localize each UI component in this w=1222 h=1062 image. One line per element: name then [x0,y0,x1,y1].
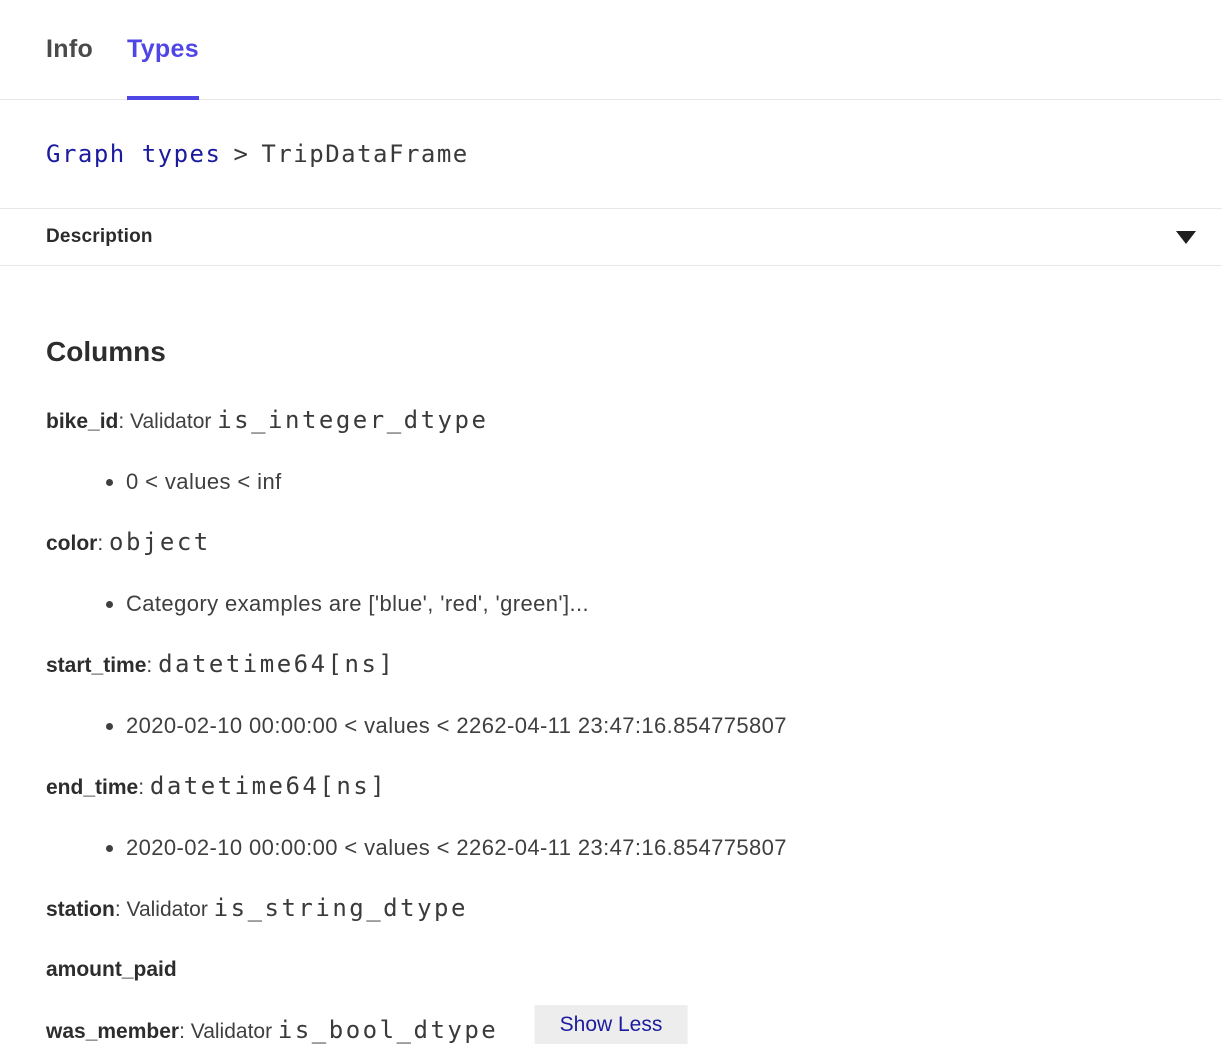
column-name: start_time [46,654,146,677]
description-section-header[interactable]: Description [0,209,1222,266]
column-mid-text: : Validator [179,1020,278,1043]
column-name: bike_id [46,410,118,433]
breadcrumb: Graph types > TripDataFrame [0,100,1222,209]
column-mid-text: : Validator [118,410,217,433]
show-less-button[interactable]: Show Less [535,1005,688,1044]
columns-section: Columns bike_id: Validator is_integer_dt… [0,266,1222,1045]
tab-bar: Info Types [0,0,1222,100]
column-entry: station: Validator is_string_dtype [46,895,1176,923]
column-bullet-list: 0 < values < inf [46,469,1176,495]
column-mid-text: : [97,532,109,555]
tab-info[interactable]: Info [46,0,93,99]
breadcrumb-link-graph-types[interactable]: Graph types [46,140,221,168]
description-label: Description [46,226,153,248]
column-entry: amount_paid [46,957,1176,983]
column-dtype-code: datetime64[ns] [158,650,395,678]
columns-heading: Columns [46,335,1176,369]
column-bullet-list: 2020-02-10 00:00:00 < values < 2262-04-1… [46,835,1176,861]
column-bullet-item: 2020-02-10 00:00:00 < values < 2262-04-1… [126,835,1176,861]
breadcrumb-separator: > [233,140,249,168]
column-entry: end_time: datetime64[ns] [46,773,1176,801]
column-entry: color: object [46,529,1176,557]
column-name: end_time [46,776,138,799]
column-mid-text: : [146,654,158,677]
column-name: station [46,898,115,921]
column-dtype-code: is_string_dtype [214,894,468,922]
column-entry: bike_id: Validator is_integer_dtype [46,407,1176,435]
column-bullet-list: Category examples are ['blue', 'red', 'g… [46,591,1176,617]
column-entry: start_time: datetime64[ns] [46,651,1176,679]
column-dtype-code: is_bool_dtype [278,1016,498,1044]
column-bullet-list: 2020-02-10 00:00:00 < values < 2262-04-1… [46,713,1176,739]
column-bullet-item: Category examples are ['blue', 'red', 'g… [126,591,1176,617]
column-name: amount_paid [46,958,177,981]
column-bullet-item: 0 < values < inf [126,469,1176,495]
column-bullet-item: 2020-02-10 00:00:00 < values < 2262-04-1… [126,713,1176,739]
column-mid-text: : Validator [115,898,214,921]
column-mid-text: : [138,776,150,799]
tab-types[interactable]: Types [127,0,199,99]
columns-list: bike_id: Validator is_integer_dtype0 < v… [46,407,1176,1045]
breadcrumb-current: TripDataFrame [261,140,468,168]
column-dtype-code: is_integer_dtype [217,406,488,434]
column-name: was_member [46,1020,179,1043]
chevron-down-icon [1176,231,1196,244]
column-dtype-code: object [109,528,211,556]
column-name: color [46,532,97,555]
column-dtype-code: datetime64[ns] [150,772,387,800]
